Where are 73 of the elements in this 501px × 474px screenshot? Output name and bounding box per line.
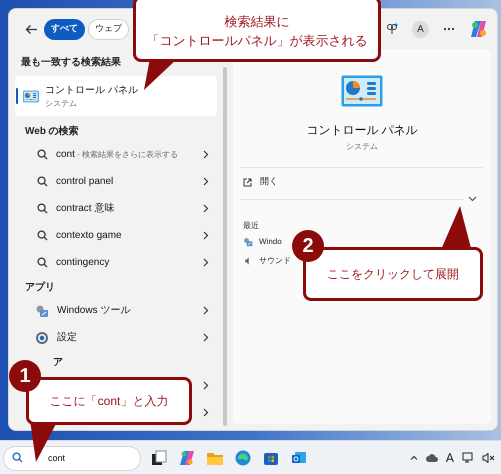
web-search-item[interactable]: cont - 検索結果をさらに表示する bbox=[9, 141, 223, 168]
chevron-down-icon[interactable] bbox=[468, 196, 477, 202]
tools-icon bbox=[243, 236, 253, 246]
web-search-item[interactable]: contract 意味 bbox=[9, 195, 223, 222]
gear-icon bbox=[35, 330, 49, 344]
taskbar-search-field[interactable]: cont bbox=[3, 446, 141, 470]
ime-indicator[interactable]: A bbox=[446, 448, 454, 466]
search-icon bbox=[37, 257, 48, 268]
tools-icon bbox=[35, 304, 49, 318]
query-text: cont - 検索結果をさらに表示する bbox=[56, 148, 180, 162]
section-heading: ア bbox=[52, 356, 63, 370]
callout-text: 検索結果に bbox=[224, 13, 290, 31]
chevron-right-icon bbox=[203, 408, 209, 417]
chevron-right-icon bbox=[203, 333, 209, 342]
scrollbar[interactable] bbox=[223, 67, 227, 426]
chevron-up-icon[interactable] bbox=[410, 455, 418, 460]
web-search-item[interactable]: contexto game bbox=[9, 222, 223, 249]
control-panel-icon bbox=[23, 90, 39, 102]
muted-speaker-icon[interactable] bbox=[482, 452, 495, 462]
network-icon[interactable] bbox=[462, 452, 474, 463]
web-search-item[interactable]: control panel bbox=[9, 168, 223, 195]
item-subtitle: システム bbox=[45, 98, 78, 110]
section-heading: 最も一致する検索結果 bbox=[20, 56, 122, 70]
cloud-icon[interactable] bbox=[426, 454, 438, 462]
task-view-icon[interactable] bbox=[151, 450, 167, 466]
open-external-icon bbox=[243, 178, 252, 186]
browser-icon[interactable] bbox=[235, 450, 251, 466]
app-label: 設定 bbox=[57, 330, 78, 345]
app-item[interactable]: Windows ツール bbox=[9, 297, 223, 324]
search-icon bbox=[37, 230, 48, 241]
rewards-icon[interactable] bbox=[386, 23, 398, 35]
detail-title: コントロール パネル bbox=[306, 122, 418, 139]
back-arrow-icon[interactable] bbox=[25, 24, 38, 34]
chevron-right-icon bbox=[203, 258, 209, 267]
best-match-item[interactable]: コントロール パネル システム bbox=[15, 76, 217, 116]
selection-indicator bbox=[16, 88, 18, 104]
recent-label: サウンド bbox=[259, 254, 291, 266]
action-label: 開く bbox=[260, 175, 278, 188]
mail-icon[interactable] bbox=[291, 450, 307, 466]
more-icon[interactable] bbox=[443, 27, 455, 31]
query-text: control panel bbox=[56, 175, 114, 189]
recent-heading: 最近 bbox=[242, 220, 260, 232]
account-avatar[interactable]: A bbox=[412, 20, 429, 38]
chevron-right-icon bbox=[203, 381, 209, 390]
web-search-item[interactable]: contingency bbox=[9, 249, 223, 276]
chevron-right-icon bbox=[203, 204, 209, 213]
chevron-right-icon bbox=[203, 231, 209, 240]
recent-item[interactable]: サウンド bbox=[243, 251, 291, 270]
recent-label: Windo bbox=[259, 236, 282, 248]
filter-tab[interactable]: ウェブ bbox=[88, 18, 129, 40]
copilot-logo-icon[interactable] bbox=[469, 20, 489, 38]
query-text: contexto game bbox=[56, 229, 123, 243]
control-panel-icon bbox=[341, 75, 383, 107]
recent-item[interactable]: Windo bbox=[243, 232, 282, 251]
section-heading: Web の検索 bbox=[24, 124, 80, 139]
app-label: Windows ツール bbox=[57, 304, 132, 318]
search-icon bbox=[37, 203, 48, 214]
section-heading: アプリ bbox=[24, 280, 56, 295]
query-text: contingency bbox=[56, 256, 110, 270]
app-item[interactable]: 設定 bbox=[9, 324, 223, 351]
copilot-icon[interactable] bbox=[179, 450, 195, 466]
chevron-right-icon bbox=[203, 150, 209, 159]
search-icon bbox=[37, 149, 48, 160]
detail-subtitle: システム bbox=[346, 141, 378, 153]
search-icon bbox=[12, 452, 23, 463]
chevron-right-icon bbox=[203, 177, 209, 186]
query-text: contract 意味 bbox=[56, 202, 116, 216]
filter-tab[interactable]: すべて bbox=[44, 18, 85, 40]
open-action[interactable]: 開く bbox=[233, 168, 491, 196]
chevron-right-icon bbox=[203, 306, 209, 315]
callout-text: 「コントロールパネル」が表示される bbox=[146, 32, 368, 50]
item-title: コントロール パネル bbox=[45, 84, 138, 98]
search-icon bbox=[37, 176, 48, 187]
